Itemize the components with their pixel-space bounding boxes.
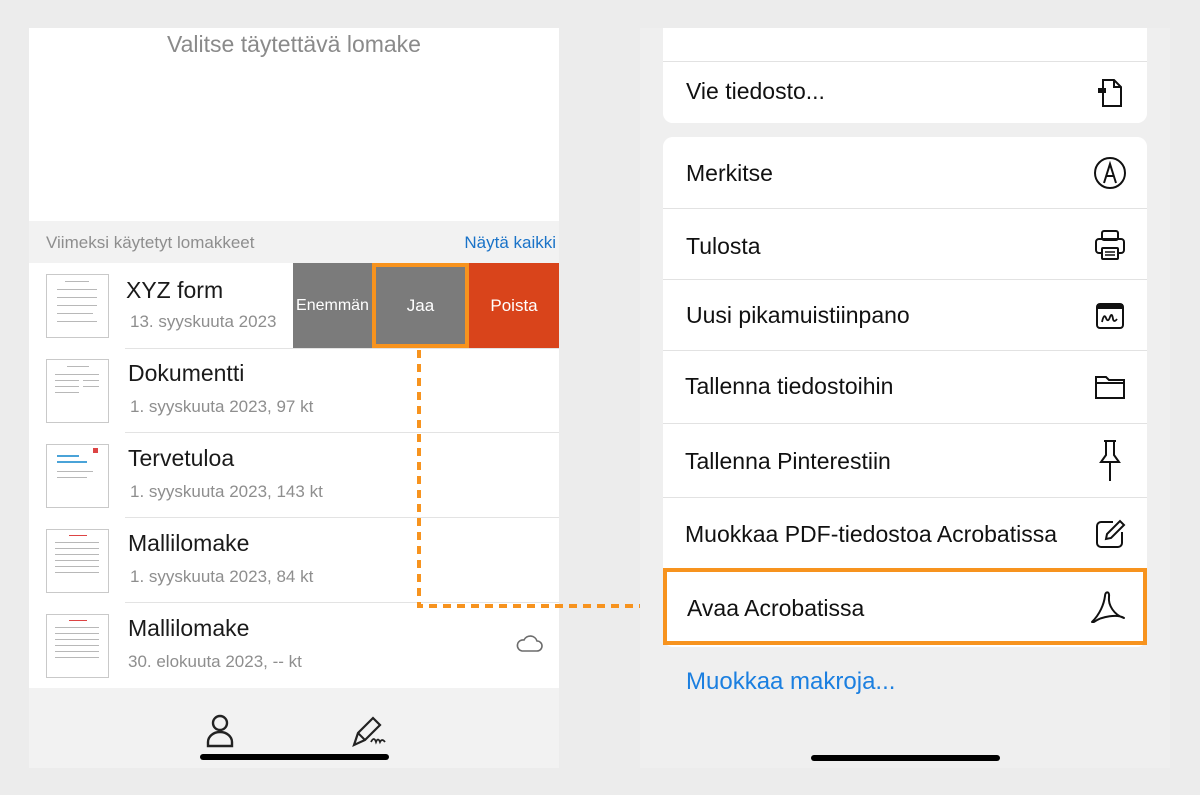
action-open-acrobat[interactable]: Avaa Acrobatissa [663, 568, 1147, 645]
quick-note-icon [1096, 303, 1124, 329]
file-name: Mallilomake [128, 615, 250, 641]
home-indicator [200, 754, 389, 760]
printer-icon [1095, 230, 1125, 260]
folder-icon [1095, 376, 1125, 399]
form-picker-header: Valitse täytettävä lomake [29, 28, 559, 221]
action-edit-pdf[interactable]: Muokkaa PDF-tiedostoa Acrobatissa [663, 498, 1147, 571]
file-name: Mallilomake [128, 530, 250, 556]
action-label: Uusi pikamuistiinpano [686, 302, 910, 328]
more-button[interactable]: Enemmän [293, 263, 372, 348]
list-item[interactable]: Dokumentti 1. syyskuuta 2023, 97 kt [29, 348, 559, 433]
action-quick-note[interactable]: Uusi pikamuistiinpano [663, 280, 1147, 351]
swipe-actions: Enemmän Jaa Poista [293, 263, 559, 348]
list-item[interactable]: XYZ form 13. syyskuuta 2023 Enemmän Jaa … [29, 263, 559, 348]
action-save-pinterest[interactable]: Tallenna Pinterestiin [663, 424, 1147, 498]
file-meta: 13. syyskuuta 2023 [130, 312, 277, 331]
file-meta: 30. elokuuta 2023, -- kt [128, 652, 302, 671]
document-thumbnail [46, 444, 109, 508]
share-button[interactable]: Jaa [372, 263, 469, 348]
list-item[interactable]: Mallilomake 1. syyskuuta 2023, 84 kt [29, 518, 559, 603]
cloud-icon [516, 635, 543, 652]
document-thumbnail [46, 614, 109, 678]
action-save-files[interactable]: Tallenna tiedostoihin [663, 351, 1147, 424]
action-label: Tulosta [686, 233, 761, 259]
document-thumbnail [46, 359, 109, 423]
file-name: Dokumentti [128, 360, 245, 386]
action-label: Muokkaa PDF-tiedostoa Acrobatissa [685, 521, 1058, 547]
file-meta: 1. syyskuuta 2023, 97 kt [130, 397, 314, 416]
edit-icon [1096, 519, 1126, 548]
file-name: Tervetuloa [128, 445, 235, 471]
file-name: XYZ form [126, 277, 224, 303]
action-label: Tallenna tiedostoihin [685, 373, 894, 399]
page-title: Valitse täytettävä lomake [167, 31, 421, 57]
list-item[interactable]: Tervetuloa 1. syyskuuta 2023, 143 kt [29, 433, 559, 518]
file-meta: 1. syyskuuta 2023, 84 kt [130, 567, 314, 586]
action-label: Tallenna Pinterestiin [685, 448, 891, 474]
action-print[interactable]: Tulosta [663, 209, 1147, 280]
show-all-link[interactable]: Näytä kaikki [464, 233, 556, 253]
share-card-top: Vie tiedosto... [663, 28, 1147, 123]
export-file-icon [1098, 79, 1122, 107]
document-thumbnail [46, 529, 109, 593]
file-meta: 1. syyskuuta 2023, 143 kt [130, 482, 323, 501]
share-sheet-screen: Vie tiedosto... Merkitse Tulosta Uusi pi… [640, 28, 1170, 768]
export-file-action[interactable]: Vie tiedosto... [663, 62, 1147, 123]
action-markup[interactable]: Merkitse [663, 137, 1147, 209]
forms-app-screen: Valitse täytettävä lomake Viimeksi käyte… [29, 28, 559, 768]
markup-icon [1094, 157, 1126, 189]
pushpin-icon [1099, 440, 1121, 481]
person-icon[interactable] [205, 714, 235, 748]
recent-forms-label: Viimeksi käytetyt lomakkeet [46, 233, 255, 252]
edit-macros-link[interactable]: Muokkaa makroja... [686, 668, 895, 696]
home-indicator [811, 755, 1000, 761]
recent-forms-list: XYZ form 13. syyskuuta 2023 Enemmän Jaa … [29, 263, 559, 688]
action-label: Avaa Acrobatissa [687, 595, 865, 621]
list-item[interactable]: Mallilomake 30. elokuuta 2023, -- kt [29, 603, 559, 688]
action-label: Merkitse [686, 160, 773, 186]
delete-button[interactable]: Poista [469, 263, 559, 348]
acrobat-icon [1091, 591, 1125, 623]
sign-icon[interactable] [351, 714, 387, 748]
action-label: Vie tiedosto... [686, 78, 825, 104]
document-thumbnail [46, 274, 109, 338]
recent-forms-header: Viimeksi käytetyt lomakkeet Näytä kaikki [29, 221, 559, 263]
